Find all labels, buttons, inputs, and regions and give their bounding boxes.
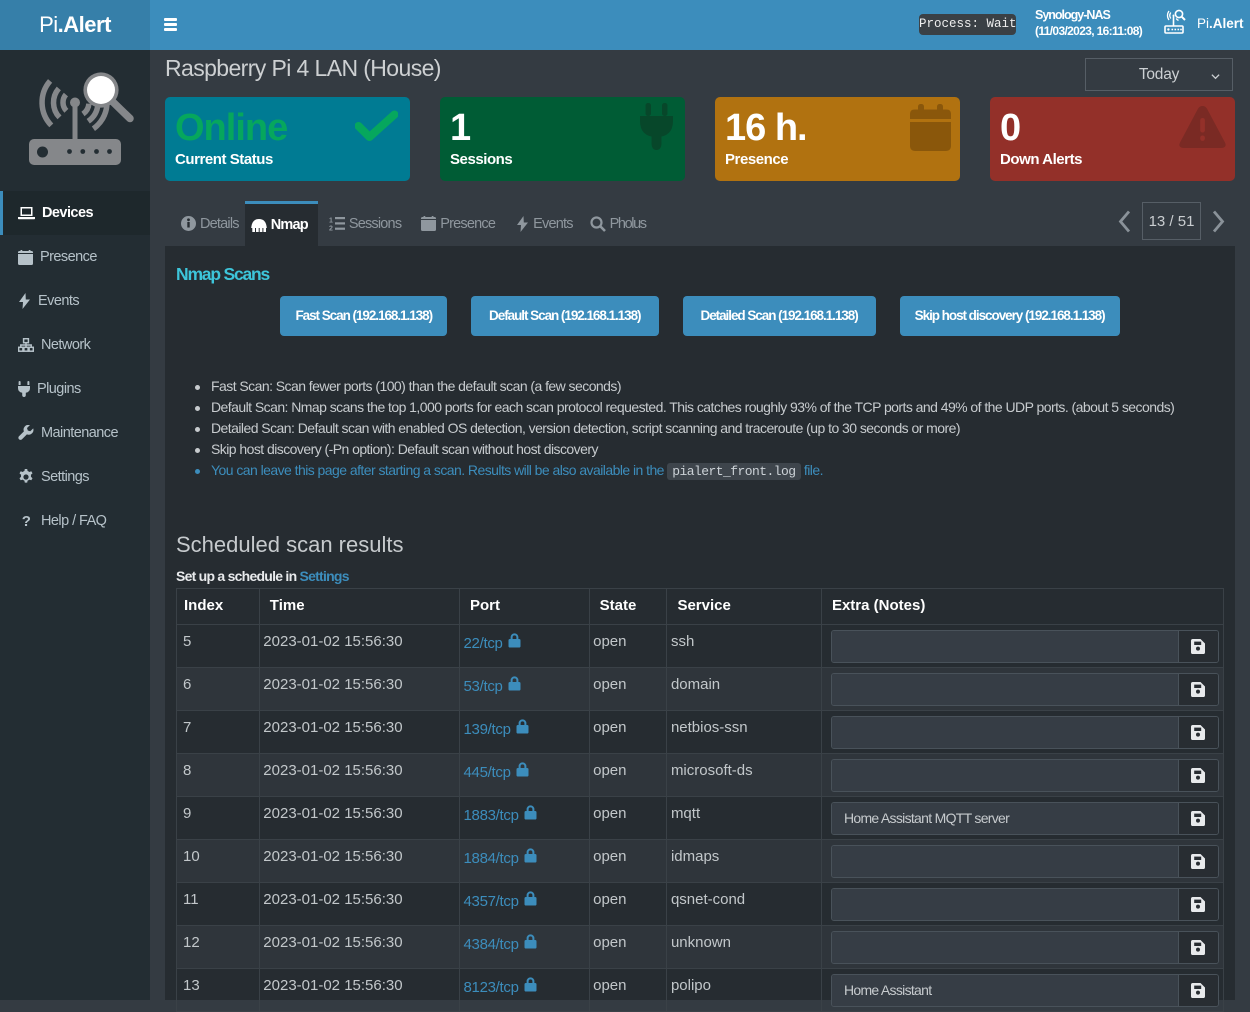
svg-text:2: 2 [329, 226, 333, 232]
svg-text:1: 1 [329, 218, 333, 225]
